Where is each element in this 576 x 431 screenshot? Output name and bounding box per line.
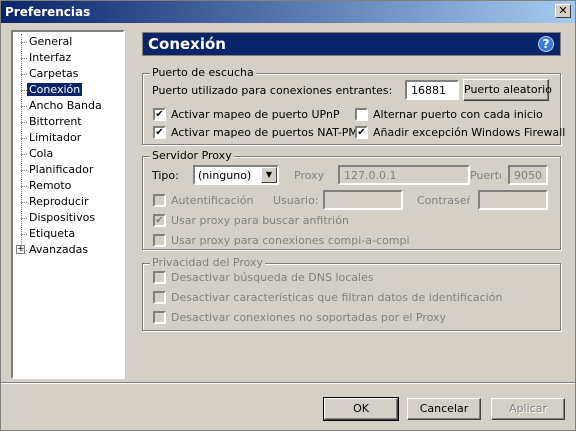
- help-icon[interactable]: ?: [538, 36, 554, 52]
- apply-button[interactable]: Aplicar: [491, 398, 565, 420]
- tree-item-label: Remoto: [29, 179, 72, 192]
- tree-item-conexion[interactable]: Conexión: [20, 82, 84, 98]
- firewall-label: Añadir excepción Windows Firewall: [373, 126, 566, 139]
- section-title: Conexión: [148, 35, 226, 53]
- tree-item-interfaz[interactable]: Interfaz: [20, 50, 73, 66]
- authentication-checkbox[interactable]: [153, 194, 166, 207]
- tree-item-general[interactable]: General: [20, 34, 74, 50]
- proxy-hostname-checkbox[interactable]: ✔: [153, 214, 166, 227]
- tree-item-label: Carpetas: [29, 67, 79, 80]
- identification-checkbox[interactable]: [153, 291, 166, 304]
- firewall-checkbox[interactable]: ✔: [355, 126, 368, 139]
- chevron-down-icon[interactable]: ▼: [261, 167, 277, 183]
- group-title: Puerto de escucha: [150, 66, 256, 79]
- tree-item-dispositivos[interactable]: Dispositivos: [20, 210, 97, 226]
- tree-item-label: Interfaz: [29, 51, 72, 64]
- unsupported-label: Desactivar conexiones no soportadas por …: [171, 311, 447, 324]
- dns-label: Desactivar búsqueda de DNS locales: [171, 271, 374, 284]
- tree-item-label: Reproducir: [29, 195, 89, 208]
- section-header: Conexión ?: [142, 32, 561, 56]
- tree-item-label: Limitador: [29, 131, 82, 144]
- preferences-window: Preferencias ✕ General Interfaz Carpetas…: [0, 0, 576, 431]
- group-title: Privacidad del Proxy: [150, 256, 266, 269]
- alternate-port-checkbox[interactable]: [355, 108, 368, 121]
- tree-item-etiqueta[interactable]: Etiqueta: [20, 226, 77, 242]
- separator: [1, 382, 575, 384]
- proxy-type-value: (ninguno): [198, 169, 252, 182]
- tree-item-label: Ancho Banda: [29, 99, 102, 112]
- alternate-port-label: Alternar puerto con cada inicio: [373, 108, 543, 121]
- proxy-server-group: Servidor Proxy Tipo: (ninguno) ▼ Proxy 1…: [142, 149, 561, 250]
- listen-port-group: Puerto de escucha Puerto utilizado para …: [142, 66, 565, 145]
- upnp-checkbox[interactable]: ✔: [153, 108, 166, 121]
- authentication-label: Autentificación: [171, 194, 254, 207]
- tree-item-planificador[interactable]: Planificador: [20, 162, 95, 178]
- tree-item-label: Etiqueta: [29, 227, 76, 240]
- proxy-privacy-group: Privacidad del Proxy Desactivar búsqueda…: [142, 256, 561, 331]
- tree-item-carpetas[interactable]: Carpetas: [20, 66, 80, 82]
- proxy-port-label: Puerto: [470, 169, 501, 182]
- title-bar[interactable]: Preferencias ✕: [1, 1, 575, 23]
- upnp-label: Activar mapeo de puerto UPnP: [171, 108, 340, 121]
- tree-item-cola[interactable]: Cola: [20, 146, 55, 162]
- unsupported-checkbox[interactable]: [153, 311, 166, 324]
- tree-lines: [21, 34, 22, 246]
- dns-checkbox[interactable]: [153, 271, 166, 284]
- proxy-p2p-label: Usar proxy para conexiones compi-a-compi: [171, 234, 410, 247]
- tree-item-label: Cola: [29, 147, 54, 160]
- tree-item-avanzadas[interactable]: Avanzadas: [20, 242, 90, 258]
- group-title: Servidor Proxy: [150, 149, 234, 162]
- tree-item-label: Avanzadas: [29, 243, 89, 256]
- tree-item-reproducir[interactable]: Reproducir: [21, 194, 91, 210]
- proxy-hostname-label: Usar proxy para buscar anfitrión: [171, 214, 349, 227]
- tree-item-ancho-banda[interactable]: Ancho Banda: [21, 98, 104, 114]
- proxy-host-input[interactable]: 127.0.0.1: [338, 165, 470, 185]
- close-button[interactable]: ✕: [555, 4, 571, 18]
- port-label: Puerto utilizado para conexiones entrant…: [152, 84, 393, 97]
- tree-item-label: General: [29, 35, 73, 48]
- ok-button[interactable]: OK: [323, 397, 399, 421]
- cancel-button[interactable]: Cancelar: [407, 398, 481, 420]
- proxy-port-input[interactable]: 9050: [508, 165, 548, 185]
- port-input[interactable]: 16881: [405, 80, 459, 100]
- window-title: Preferencias: [5, 5, 91, 19]
- tree-item-label: Planificador: [29, 163, 94, 176]
- identification-label: Desactivar características que filtran d…: [171, 291, 503, 304]
- proxy-host-label: Proxy: [294, 169, 325, 182]
- tree-item-label: Conexión: [25, 82, 84, 97]
- password-input[interactable]: [478, 190, 548, 210]
- random-port-button[interactable]: Puerto aleatorio: [463, 79, 552, 101]
- password-label: Contraseña:: [417, 194, 470, 207]
- tree-item-limitador[interactable]: Limitador: [20, 130, 83, 146]
- tree-item-remoto[interactable]: Remoto: [20, 178, 73, 194]
- natpmp-checkbox[interactable]: ✔: [153, 126, 166, 139]
- proxy-p2p-checkbox[interactable]: [153, 234, 166, 247]
- username-label: Usuario:: [273, 194, 319, 207]
- proxy-type-select[interactable]: (ninguno) ▼: [193, 165, 279, 185]
- tree-item-label: Bittorrent: [29, 115, 82, 128]
- username-input[interactable]: [323, 190, 403, 210]
- natpmp-label: Activar mapeo de puertos NAT-PMP: [171, 126, 365, 139]
- proxy-type-label: Tipo:: [152, 169, 179, 182]
- category-tree[interactable]: General Interfaz Carpetas Conexión Ancho…: [11, 30, 125, 379]
- tree-item-label: Dispositivos: [29, 211, 96, 224]
- tree-item-bittorrent[interactable]: Bittorrent: [21, 114, 84, 130]
